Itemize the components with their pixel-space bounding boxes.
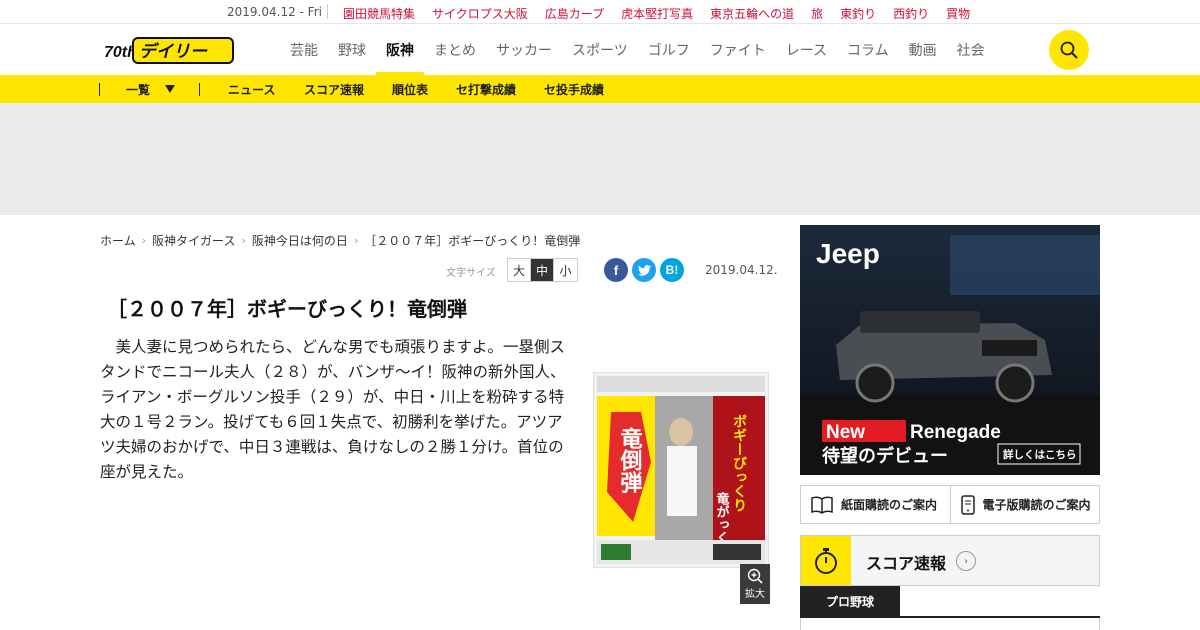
breadcrumb-home[interactable]: ホーム	[100, 232, 136, 249]
daily-logo[interactable]: 70th デイリー	[103, 35, 236, 65]
divider	[199, 83, 200, 96]
facebook-share-button[interactable]: f	[604, 258, 628, 282]
score-icon-box	[801, 536, 851, 585]
subnav-item-batting[interactable]: セ打撃成績	[456, 81, 516, 98]
ad-model: Renegade	[910, 422, 1001, 443]
nav-item[interactable]: サッカー	[486, 24, 562, 75]
top-strip: 2019.04.12 - Fri 園田競馬特集 サイクロプス大阪 広島カープ 虎…	[0, 0, 1200, 24]
digital-subscription-link[interactable]: 電子版購読のご案内	[949, 486, 1100, 523]
breadcrumb-current: ［２００７年］ボギーびっくり！竜倒弾	[364, 234, 581, 248]
nav-item[interactable]: 社会	[947, 24, 995, 75]
font-size-small-button[interactable]: 小	[554, 259, 577, 281]
article-title: ［２００７年］ボギーびっくり！竜倒弾	[107, 297, 467, 321]
article-date: 2019.04.12.	[705, 263, 778, 277]
top-link[interactable]: 園田競馬特集	[343, 5, 415, 22]
divider	[99, 83, 100, 96]
top-link[interactable]: 買物	[946, 5, 970, 22]
sub-nav: 一覧 ニュース スコア速報 順位表 セ打撃成績 セ投手成績	[0, 75, 1200, 103]
search-icon	[1060, 41, 1078, 59]
stopwatch-icon	[815, 547, 837, 574]
chevron-right-icon: ›	[241, 234, 246, 247]
nav-item[interactable]: まとめ	[424, 24, 486, 75]
breadcrumb: ホーム › 阪神タイガース › 阪神今日は何の日 › ［２００７年］ボギーびっくり！竜…	[100, 232, 580, 249]
subnav-item-score[interactable]: スコア速報	[304, 81, 364, 98]
ad-new-label: New	[826, 422, 865, 443]
nav-item[interactable]: 動画	[899, 24, 947, 75]
subnav-item-pitching[interactable]: セ投手成績	[544, 81, 604, 98]
top-link[interactable]: 東釣り	[840, 5, 876, 22]
triangle-down-icon[interactable]	[165, 85, 175, 93]
print-subscription-label: 紙面購読のご案内	[841, 498, 938, 512]
subscribe-links: 紙面購読のご案内 電子版購読のご案内	[800, 485, 1100, 524]
twitter-icon	[637, 264, 651, 276]
zoom-button[interactable]: 拡大	[740, 564, 770, 604]
ad-tagline: 待望のデビュー	[822, 445, 948, 467]
search-button[interactable]	[1049, 30, 1089, 70]
top-link[interactable]: 西釣り	[893, 5, 929, 22]
nav-item[interactable]: 野球	[328, 24, 376, 75]
hatena-bookmark-button[interactable]: B!	[660, 258, 684, 282]
font-size-large-button[interactable]: 大	[508, 259, 531, 281]
print-subscription-link[interactable]: 紙面購読のご案内	[801, 486, 950, 523]
score-list	[800, 618, 1100, 630]
font-size-label: 文字サイズ	[446, 268, 496, 279]
breadcrumb-item[interactable]: 阪神今日は何の日	[252, 232, 348, 249]
facebook-icon: f	[613, 262, 619, 278]
site-header: 70th デイリー 芸能 野球 阪神 まとめ サッカー スポーツ ゴルフ ファイ…	[0, 24, 1200, 75]
book-icon	[811, 496, 833, 514]
hatena-icon: B!	[665, 263, 679, 277]
paper-main-headline: 竜倒弾	[617, 426, 644, 494]
list-dropdown-label[interactable]: 一覧	[126, 81, 150, 98]
main-nav: 芸能 野球 阪神 まとめ サッカー スポーツ ゴルフ ファイト レース コラム …	[280, 24, 995, 75]
subnav-item-standings[interactable]: 順位表	[392, 81, 428, 98]
logo-text: デイリー	[139, 42, 208, 62]
chevron-right-icon[interactable]: ›	[956, 551, 976, 571]
font-size-switcher: 大 中 小	[507, 258, 578, 282]
nav-item[interactable]: スポーツ	[562, 24, 638, 75]
font-size-medium-button[interactable]: 中	[531, 259, 554, 281]
breadcrumb-item[interactable]: 阪神タイガース	[152, 232, 235, 249]
article-body: 美人妻に見つめられたら、どんな男でも頑張りますよ。一塁側スタンドでニコール夫人（…	[100, 338, 566, 481]
newspaper-front-page-image[interactable]: ボギーびっくり 竜がっくり 竜倒弾	[593, 372, 769, 568]
nav-item[interactable]: レース	[776, 24, 837, 75]
nav-item[interactable]: ファイト	[700, 24, 776, 75]
zoom-label: 拡大	[745, 589, 765, 600]
zoom-in-icon	[747, 568, 763, 584]
twitter-share-button[interactable]	[632, 258, 656, 282]
top-link[interactable]: 旅	[811, 5, 823, 22]
top-links: 園田競馬特集 サイクロプス大阪 広島カープ 虎本堅打写真 東京五輪への道 旅 東…	[343, 5, 970, 22]
car-ad-image: Jeep New Renegade 待望のデビュー 詳しくはこちら	[800, 225, 1100, 475]
top-link[interactable]: 虎本堅打写真	[621, 5, 693, 22]
top-link[interactable]: サイクロプス大阪	[432, 5, 528, 22]
score-title: スコア速報	[866, 554, 947, 573]
chevron-right-icon: ›	[141, 234, 147, 247]
subnav-item-news[interactable]: ニュース	[228, 81, 275, 98]
tab-pro-baseball[interactable]: プロ野球	[800, 586, 900, 616]
nav-item[interactable]: ゴルフ	[638, 24, 700, 75]
nav-item-active[interactable]: 阪神	[376, 24, 424, 75]
top-link[interactable]: 広島カープ	[545, 5, 604, 22]
nav-item[interactable]: コラム	[837, 24, 899, 75]
current-date: 2019.04.12 - Fri	[227, 5, 322, 19]
top-link[interactable]: 東京五輪への道	[710, 5, 794, 22]
nav-item[interactable]: 芸能	[280, 24, 328, 75]
score-panel-header[interactable]: スコア速報 ›	[800, 535, 1100, 586]
smartphone-icon	[960, 494, 975, 515]
digital-subscription-label: 電子版購読のご案内	[982, 498, 1091, 512]
ad-cta: 詳しくはこちら	[1003, 448, 1077, 461]
divider	[327, 4, 328, 19]
sidebar-ad[interactable]: Jeep New Renegade 待望のデビュー 詳しくはこちら	[800, 225, 1100, 475]
chevron-right-icon: ›	[353, 234, 359, 247]
ad-brand: Jeep	[816, 238, 880, 269]
ad-banner-space	[0, 103, 1200, 215]
paper-headline: ボギーびっくり	[731, 414, 747, 512]
